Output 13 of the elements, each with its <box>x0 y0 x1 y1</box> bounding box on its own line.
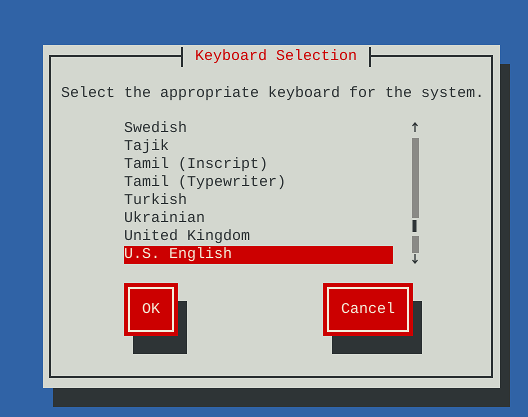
dialog-title: Keyboard Selection <box>180 47 372 67</box>
dialog-button[interactable]: Cancel <box>323 283 414 336</box>
keyboard-list-item[interactable]: Tamil (Inscript) <box>124 156 393 174</box>
keyboard-list-item[interactable]: Tajik <box>124 138 393 156</box>
keyboard-list-item[interactable]: United Kingdom <box>124 228 393 246</box>
keyboard-list-item[interactable]: Swedish <box>124 120 393 138</box>
keyboard-list-item[interactable]: Turkish <box>124 192 393 210</box>
keyboard-list-item[interactable]: Ukrainian <box>124 210 393 228</box>
prompt-text: Select the appropriate keyboard for the system. <box>61 85 486 103</box>
keyboard-list-item[interactable]: Tamil (Typewriter) <box>124 174 393 192</box>
dialog-button[interactable]: OK <box>124 283 178 336</box>
keyboard-list-item[interactable]: U.S. English <box>124 246 393 264</box>
scrollbar[interactable] <box>409 120 421 264</box>
